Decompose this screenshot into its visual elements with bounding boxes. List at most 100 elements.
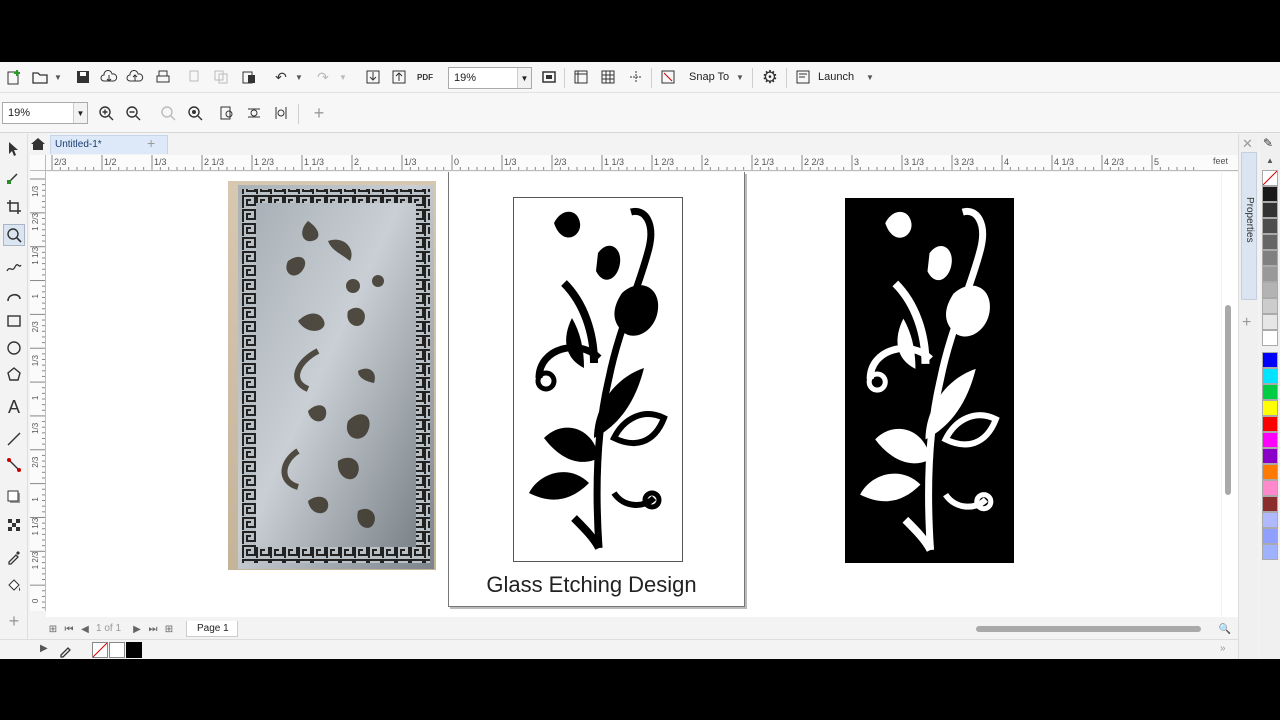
palette-swatch[interactable] [1262, 218, 1278, 234]
zoom-to-page-height-icon[interactable] [270, 102, 292, 124]
white-swatch[interactable] [109, 642, 125, 658]
zoom-level-combo[interactable]: 19% ▼ [448, 67, 532, 89]
zoom-property-combo[interactable]: 19% ▼ [2, 102, 88, 124]
show-guidelines-icon[interactable] [625, 66, 647, 88]
crop-tool-icon[interactable] [3, 196, 25, 218]
drop-shadow-tool-icon[interactable] [3, 486, 25, 508]
freehand-tool-icon[interactable] [3, 256, 25, 278]
first-page-icon[interactable]: ⏮ [62, 621, 76, 637]
vertical-ruler[interactable]: 1/3 1 2/3 1 1/3 1 2/3 1/3 1 1/3 2/3 1 1 1/3 1 2/3 0 [30, 171, 46, 611]
palette-swatch[interactable] [1262, 314, 1278, 330]
publish-pdf-icon[interactable]: PDF [414, 66, 436, 88]
vertical-scrollbar-thumb[interactable] [1225, 305, 1231, 495]
expand-status-icon[interactable]: ▶ [40, 643, 48, 654]
properties-docker-tab[interactable]: Properties [1241, 152, 1257, 300]
palette-swatch[interactable] [1262, 416, 1278, 432]
palette-swatch[interactable] [1262, 368, 1278, 384]
no-fill-swatch[interactable] [92, 642, 108, 658]
palette-scroll-up-icon[interactable]: ▲ [1266, 156, 1274, 165]
palette-swatch[interactable] [1262, 432, 1278, 448]
zoom-property-caret-icon[interactable]: ▼ [73, 103, 87, 123]
palette-swatch[interactable] [1262, 544, 1278, 560]
palette-swatch[interactable] [1262, 266, 1278, 282]
zoom-navigator-icon[interactable]: 🔍 [1218, 621, 1232, 637]
drawing-canvas[interactable]: Glass Etching Design [46, 172, 1221, 617]
palette-swatch[interactable] [1262, 528, 1278, 544]
rectangle-tool-icon[interactable] [3, 310, 25, 332]
palette-swatch[interactable] [1262, 186, 1278, 202]
interactive-fill-tool-icon[interactable] [3, 574, 25, 596]
open-dropdown-caret-icon[interactable]: ▼ [53, 66, 63, 88]
new-document-icon[interactable] [3, 66, 25, 88]
print-icon[interactable] [152, 66, 174, 88]
horizontal-ruler[interactable]: 2/3 1/2 1/3 2 1/3 1 2/3 1 1/3 2 1/3 0 1/3 2/3 1 1/3… [46, 155, 1238, 171]
undo-caret-icon[interactable]: ▼ [294, 66, 304, 88]
transparency-tool-icon[interactable] [3, 514, 25, 536]
paste-icon[interactable] [238, 66, 260, 88]
next-page-icon[interactable]: ▶ [130, 621, 144, 637]
black-swatch[interactable] [126, 642, 142, 658]
palette-swatch[interactable] [1262, 282, 1278, 298]
launch-caret-icon[interactable]: ▼ [865, 66, 875, 88]
metal-panel-photo[interactable] [228, 181, 436, 570]
add-toolbar-item-icon[interactable]: + [308, 102, 330, 124]
save-icon[interactable] [72, 66, 94, 88]
close-docker-icon[interactable]: ✕ [1242, 136, 1253, 152]
add-page-after-icon[interactable]: ⊞ [162, 621, 176, 637]
palette-swatch[interactable] [1262, 384, 1278, 400]
snap-to-icon[interactable] [657, 66, 679, 88]
shape-tool-icon[interactable] [3, 166, 25, 188]
options-gear-icon[interactable]: ⚙ [759, 66, 781, 88]
black-design-frame[interactable] [513, 197, 683, 562]
show-rulers-icon[interactable] [570, 66, 592, 88]
polygon-tool-icon[interactable] [3, 363, 25, 385]
pick-tool-icon[interactable] [3, 138, 25, 160]
palette-eyedropper-icon[interactable]: ✎ [1263, 136, 1273, 150]
parallel-dimension-tool-icon[interactable] [3, 428, 25, 450]
last-page-icon[interactable]: ⏭ [146, 621, 160, 637]
open-folder-icon[interactable] [29, 66, 51, 88]
palette-swatch[interactable] [1262, 512, 1278, 528]
new-tab-icon[interactable]: + [147, 135, 155, 151]
zoom-in-icon[interactable] [95, 102, 117, 124]
palette-swatch[interactable] [1262, 352, 1278, 368]
palette-swatch[interactable] [1262, 202, 1278, 218]
full-screen-preview-icon[interactable] [538, 66, 560, 88]
white-design-panel[interactable] [845, 198, 1014, 563]
ruler-origin[interactable] [30, 155, 46, 171]
home-icon[interactable] [30, 136, 46, 152]
cloud-upload-icon[interactable] [124, 66, 146, 88]
zoom-out-icon[interactable] [122, 102, 144, 124]
cloud-download-icon[interactable] [98, 66, 120, 88]
palette-swatch[interactable] [1262, 234, 1278, 250]
text-tool-icon[interactable]: A [3, 396, 25, 418]
horizontal-scrollbar-thumb[interactable] [976, 626, 1201, 632]
connector-tool-icon[interactable] [3, 454, 25, 476]
zoom-dropdown-caret-icon[interactable]: ▼ [517, 68, 531, 88]
cut-icon[interactable] [184, 66, 206, 88]
status-eyedropper-icon[interactable] [58, 642, 74, 658]
status-scroll-right-icon[interactable]: » [1220, 643, 1226, 654]
palette-swatch[interactable] [1262, 330, 1278, 346]
undo-icon[interactable]: ↶ [270, 66, 292, 88]
palette-swatch[interactable] [1262, 496, 1278, 512]
add-docker-icon[interactable]: + [1242, 314, 1251, 332]
previous-page-icon[interactable]: ◀ [78, 621, 92, 637]
palette-swatch[interactable] [1262, 480, 1278, 496]
palette-swatch[interactable] [1262, 250, 1278, 266]
design-caption[interactable]: Glass Etching Design [449, 572, 734, 598]
palette-swatch[interactable] [1262, 298, 1278, 314]
page-1-tab[interactable]: Page 1 [186, 621, 238, 637]
zoom-to-selected-icon[interactable] [157, 102, 179, 124]
palette-swatch[interactable] [1262, 448, 1278, 464]
zoom-to-page-icon[interactable] [216, 102, 238, 124]
palette-swatch[interactable] [1262, 400, 1278, 416]
palette-swatch[interactable] [1262, 464, 1278, 480]
palette-swatch[interactable] [1262, 170, 1278, 186]
snap-to-caret-icon[interactable]: ▼ [735, 66, 745, 88]
export-icon[interactable] [388, 66, 410, 88]
import-icon[interactable] [362, 66, 384, 88]
show-grid-icon[interactable] [597, 66, 619, 88]
redo-caret-icon[interactable]: ▼ [338, 66, 348, 88]
launch-icon[interactable] [792, 66, 814, 88]
